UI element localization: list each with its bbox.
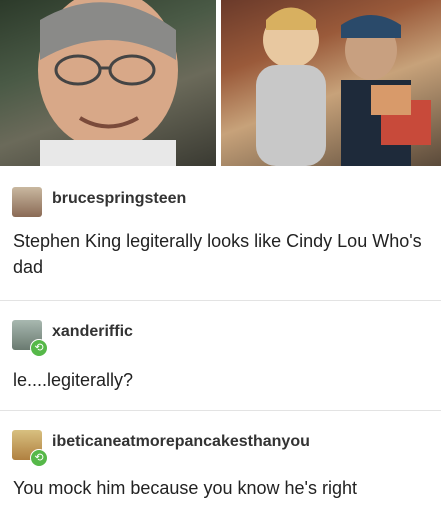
post-text: You mock him because you know he's right [13, 478, 357, 498]
post-text: le....legiterally? [13, 370, 134, 390]
cindy-lou-who-dad-photo [221, 0, 441, 166]
reblog-icon: ⟲ [30, 339, 48, 357]
stephen-king-photo [0, 0, 216, 166]
avatar[interactable] [12, 187, 42, 217]
username[interactable]: ibeticaneatmorepancakesthanyou [52, 433, 310, 451]
username[interactable]: brucespringsteen [52, 190, 186, 208]
reblog-icon: ⟲ [30, 449, 48, 467]
username[interactable]: xanderiffic [52, 323, 133, 341]
post-brucespringsteen: brucespringsteen Stephen King legiterall… [0, 168, 441, 299]
image-pair [0, 0, 441, 168]
post-ibeticaneatmorepancakesthanyou: ⟲ ibeticaneatmorepancakesthanyou You moc… [0, 410, 441, 513]
post-xanderiffic: ⟲ xanderiffic le....legiterally? [0, 300, 441, 410]
post-text: Stephen King legiterally looks like Cind… [13, 231, 422, 277]
